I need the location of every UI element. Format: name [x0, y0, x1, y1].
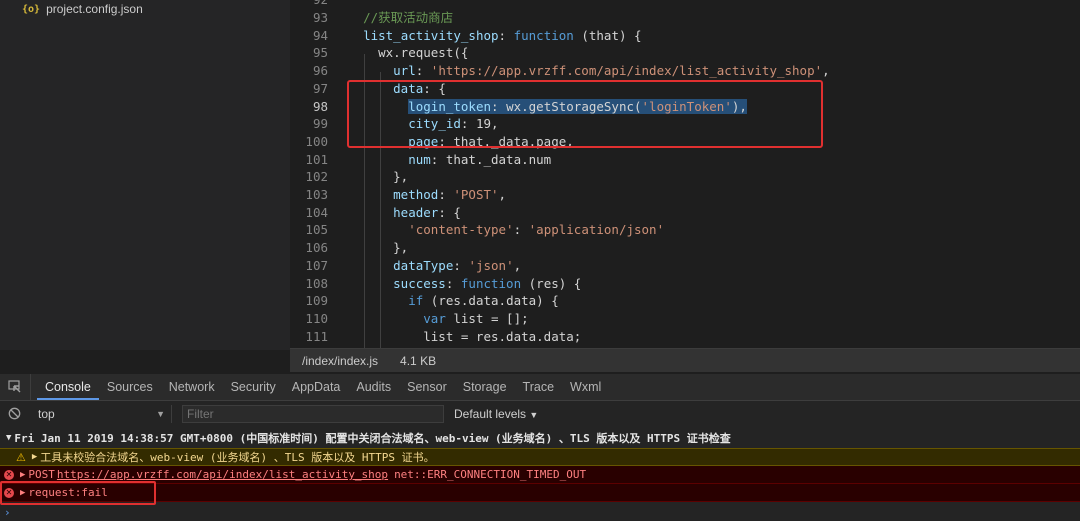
line-number: 110	[305, 310, 328, 326]
code-line-101: num: that._data.num	[408, 151, 552, 167]
tab-trace[interactable]: Trace	[515, 374, 563, 400]
tab-console[interactable]: Console	[37, 374, 99, 400]
code-line-94: list_activity_shop: function (that) {	[363, 27, 642, 43]
line-number: 93	[312, 10, 328, 25]
tab-sensor[interactable]: Sensor	[399, 374, 455, 400]
json-file-icon: {o}	[22, 3, 41, 15]
code-line-110: var list = [];	[423, 310, 529, 326]
tab-network[interactable]: Network	[161, 374, 223, 400]
line-number: 107	[305, 257, 328, 273]
code-line-102: },	[348, 169, 409, 185]
context-label: top	[38, 406, 55, 421]
file-item-project-config[interactable]: {o} project.config.json	[22, 2, 143, 16]
line-number: 106	[305, 240, 328, 256]
line-number: 96	[312, 63, 328, 79]
error-url-link[interactable]: https://app.vrzff.com/api/index/list_act…	[57, 468, 388, 481]
console-group-header[interactable]: ▼ Fri Jan 11 2019 14:38:57 GMT+0800 (中国标…	[0, 428, 1080, 448]
warning-icon: ⚠	[16, 450, 26, 464]
highlight-box-data	[347, 80, 823, 148]
line-number-gutter: 9293949596979899100101102103104105106107…	[290, 0, 338, 348]
error-message: net::ERR_CONNECTION_TIMED_OUT	[394, 468, 587, 481]
filter-input[interactable]	[182, 404, 444, 423]
clear-console-icon[interactable]	[0, 407, 28, 420]
line-number: 105	[305, 222, 328, 238]
file-name: project.config.json	[46, 2, 143, 16]
dropdown-arrow-icon: ▼	[156, 408, 165, 419]
expand-triangle-icon[interactable]: ▶	[32, 452, 37, 462]
levels-label: Default levels	[454, 406, 527, 421]
console-warning-row: ⚠ ▶ 工具未校验合法域名、web-view (业务域名) 、TLS 版本以及 …	[0, 448, 1080, 466]
line-number: 99	[312, 116, 328, 132]
line-number: 92	[290, 0, 328, 9]
console-output: ▼ Fri Jan 11 2019 14:38:57 GMT+0800 (中国标…	[0, 426, 1080, 521]
chevron-down-icon: ▼	[529, 409, 539, 420]
tab-storage[interactable]: Storage	[455, 374, 515, 400]
console-error-row: ✕ ▶ POST https://app.vrzff.com/api/index…	[0, 466, 1080, 484]
highlight-box-error	[0, 481, 156, 505]
line-number: 94	[312, 27, 328, 43]
warning-text: 工具未校验合法域名、web-view (业务域名) 、TLS 版本以及 HTTP…	[40, 451, 435, 464]
console-error-row: ✕ ▶ request:fail	[0, 484, 1080, 502]
line-number: 108	[305, 275, 328, 291]
tab-audits[interactable]: Audits	[348, 374, 399, 400]
line-number: 95	[312, 45, 328, 61]
line-number: 102	[305, 169, 328, 185]
line-number: 100	[305, 133, 328, 149]
code-line-93: //获取活动商店	[363, 10, 454, 25]
file-path: /index/index.js	[302, 353, 379, 368]
code-line-106: },	[348, 240, 409, 256]
line-number: 109	[305, 293, 328, 309]
log-levels-dropdown[interactable]: Default levels ▼	[454, 407, 538, 421]
line-number: 104	[305, 204, 328, 220]
tab-appdata[interactable]: AppData	[284, 374, 349, 400]
line-number: 103	[305, 187, 328, 202]
file-size: 4.1 KB	[400, 353, 437, 368]
console-prompt[interactable]: ›	[0, 504, 1080, 520]
error-icon: ✕	[4, 469, 14, 480]
file-tree: {o} project.config.json	[0, 0, 290, 350]
devtools-tabbar: Console Sources Network Security AppData…	[0, 374, 1080, 401]
tab-wxml[interactable]: Wxml	[562, 374, 609, 400]
code-area[interactable]: //获取活动商店 list_activity_shop: function (t…	[348, 0, 1080, 348]
console-filter-bar: top ▼ Default levels ▼	[0, 401, 1080, 427]
prompt-chevron-icon: ›	[4, 505, 11, 519]
tab-sources[interactable]: Sources	[99, 374, 161, 400]
editor-status-bar: /index/index.js 4.1 KB	[290, 348, 1080, 372]
line-number: 101	[305, 151, 328, 167]
group-header-text: Fri Jan 11 2019 14:38:57 GMT+0800 (中国标准时…	[14, 432, 731, 445]
code-line-105: 'content-type': 'application/json'	[408, 222, 665, 238]
error-method: POST	[28, 468, 55, 481]
line-number: 111	[305, 328, 328, 344]
line-number: 98	[312, 98, 328, 114]
code-line-111: list = res.data.data;	[348, 328, 582, 344]
code-line-109: if (res.data.data) {	[408, 293, 559, 309]
inspect-element-icon[interactable]	[0, 374, 31, 400]
expand-triangle-icon[interactable]: ▼	[6, 433, 11, 443]
tab-security[interactable]: Security	[223, 374, 284, 400]
line-number: 97	[312, 80, 328, 96]
code-editor[interactable]: 9293949596979899100101102103104105106107…	[290, 0, 1080, 348]
code-line-107: dataType: 'json',	[393, 257, 522, 273]
code-line-95: wx.request({	[348, 45, 469, 61]
code-line-103: method: 'POST',	[393, 187, 507, 202]
context-selector[interactable]: top ▼	[32, 404, 172, 423]
code-line-104: header: {	[393, 204, 461, 220]
expand-triangle-icon[interactable]: ▶	[20, 470, 25, 480]
code-line-96: url: 'https://app.vrzff.com/api/index/li…	[393, 63, 830, 79]
code-line-108: success: function (res) {	[393, 275, 582, 291]
